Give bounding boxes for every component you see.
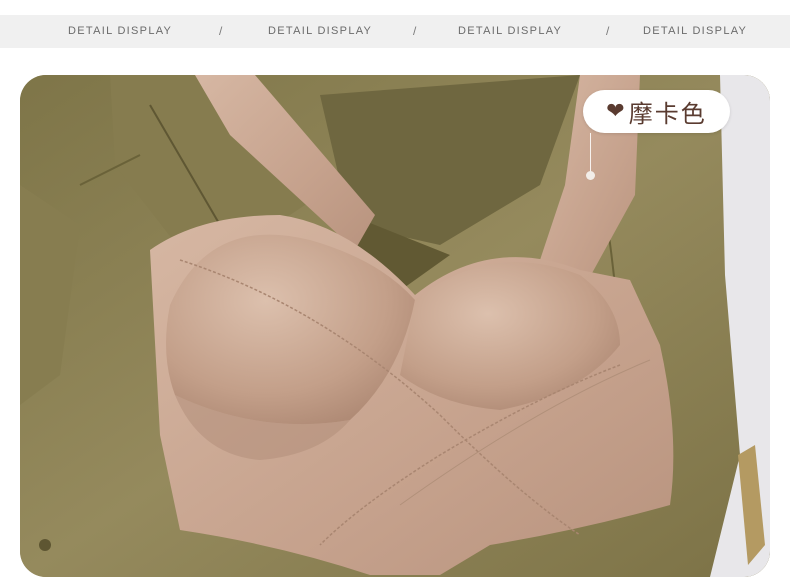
detail-display-label: DETAIL DISPLAY	[458, 25, 563, 37]
detail-display-header: DETAIL DISPLAY / DETAIL DISPLAY / DETAIL…	[0, 15, 790, 48]
tag-pointer-line	[590, 133, 591, 173]
color-tag: ❤ 摩卡色	[583, 90, 730, 133]
detail-display-label: DETAIL DISPLAY	[268, 25, 373, 37]
detail-display-label: DETAIL DISPLAY	[643, 25, 748, 37]
tag-pointer-dot	[586, 171, 595, 180]
product-photo	[20, 75, 770, 577]
detail-display-label: DETAIL DISPLAY	[68, 25, 173, 37]
color-name: 摩卡色	[628, 100, 707, 128]
product-illustration	[20, 75, 770, 577]
separator: /	[413, 24, 417, 38]
separator: /	[219, 24, 223, 38]
separator: /	[606, 24, 610, 38]
heart-icon: ❤	[606, 98, 625, 124]
